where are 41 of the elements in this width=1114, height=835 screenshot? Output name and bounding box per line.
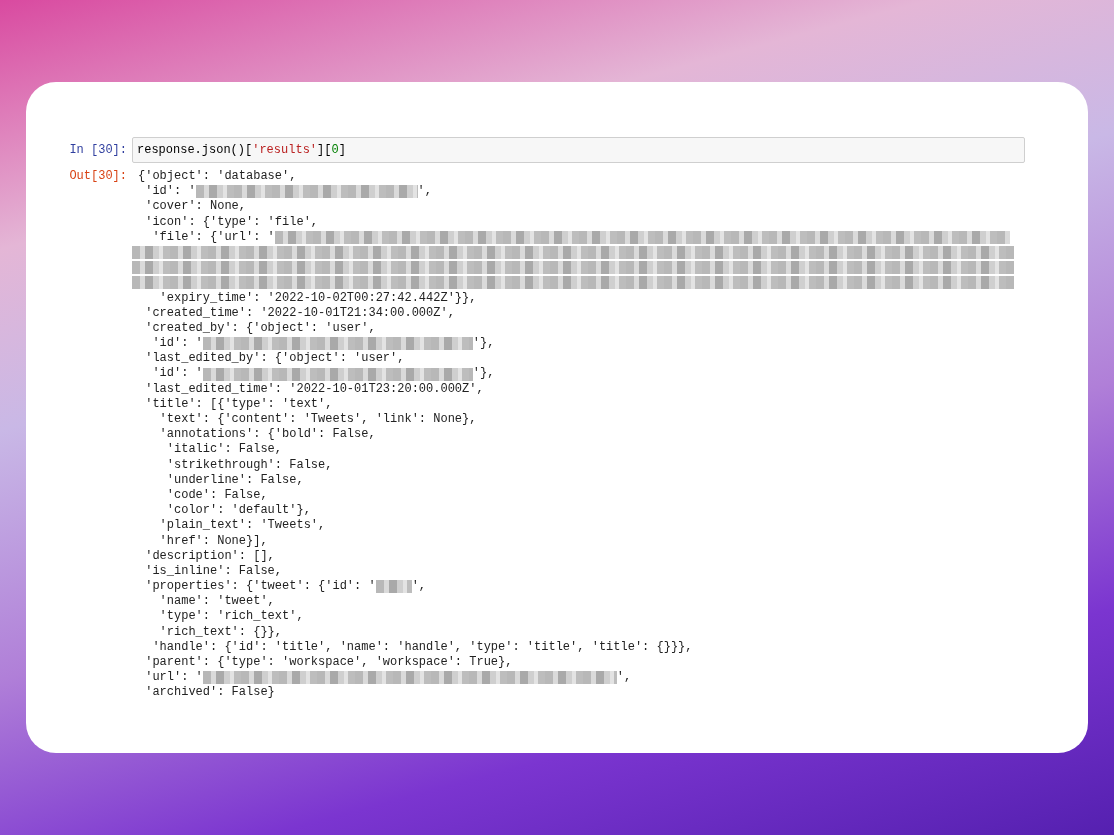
output-text: 'parent': {'type': 'workspace', 'workspace': True}, [144,655,513,671]
redacted-block [375,580,412,594]
output-text: 'file': {'url': ' [151,229,275,245]
output-text: 'archived': False} [144,685,275,701]
output-text: 'last_edited_by': {'object': 'user', [144,351,405,367]
output-text: 'type': 'rich_text', [158,609,304,625]
output-text: 'code': False, [165,487,268,504]
output-text: 'href': None}], [158,533,268,549]
output-text: '}, [472,366,495,382]
output-text: 'id': ' [151,366,203,382]
output-text: 'title': [{'type': 'text', [144,396,333,412]
output-text: 'created_time': '2022-10-01T21:34:00.000Z', [144,305,455,321]
output-text: 'icon': {'type': 'file', [144,214,319,230]
output-text: 'color': 'default'}, [165,503,311,519]
output-text: 'url': ' [144,670,203,686]
output-text: 'underline': False, [165,472,304,488]
output-text: 'last_edited_time': '2022-10-01T23:20:00.000Z', [144,381,484,397]
output-text: 'annotations': {'bold': False, [158,427,376,443]
output-text: ', [616,670,632,686]
output-text: 'expiry_time': '2022-10-02T00:27:42.442Z'}}, [158,290,477,306]
output-text: 'created_by': {'object': 'user', [144,320,376,337]
output-text: 'rich_text': {}}, [158,624,283,640]
output-text: 'name': 'tweet', [158,594,275,610]
output-text: 'is_inline': False, [144,563,283,580]
output-text: '}, [472,336,495,352]
output-text: 'description': [], [144,548,275,564]
output-text: ', [417,184,432,200]
output-text: 'italic': False, [165,442,283,458]
output-text: 'id': ' [151,336,203,352]
output-text: 'properties': {'tweet': {'id': ' [144,579,376,595]
output-text: 'handle': {'id': 'title', 'name': 'handle', 'type': 'title', 'title': {}}}, [151,639,693,655]
output-prompt: Out[30]: [68,169,128,185]
output-text: 'strikethrough': False, [165,457,333,473]
output-text: ', [411,579,427,595]
code-input[interactable]: response.json()['results'][0] [132,137,1025,163]
output-text: {'object': 'database', [138,169,297,185]
input-prompt: In [30]: [68,142,128,158]
output-text: 'plain_text': 'Tweets', [158,518,326,534]
output-text: 'id': ' [144,184,196,200]
output-text: 'text': {'content': 'Tweets', 'link': None}, [158,412,477,428]
output-text: 'cover': None, [144,199,247,215]
